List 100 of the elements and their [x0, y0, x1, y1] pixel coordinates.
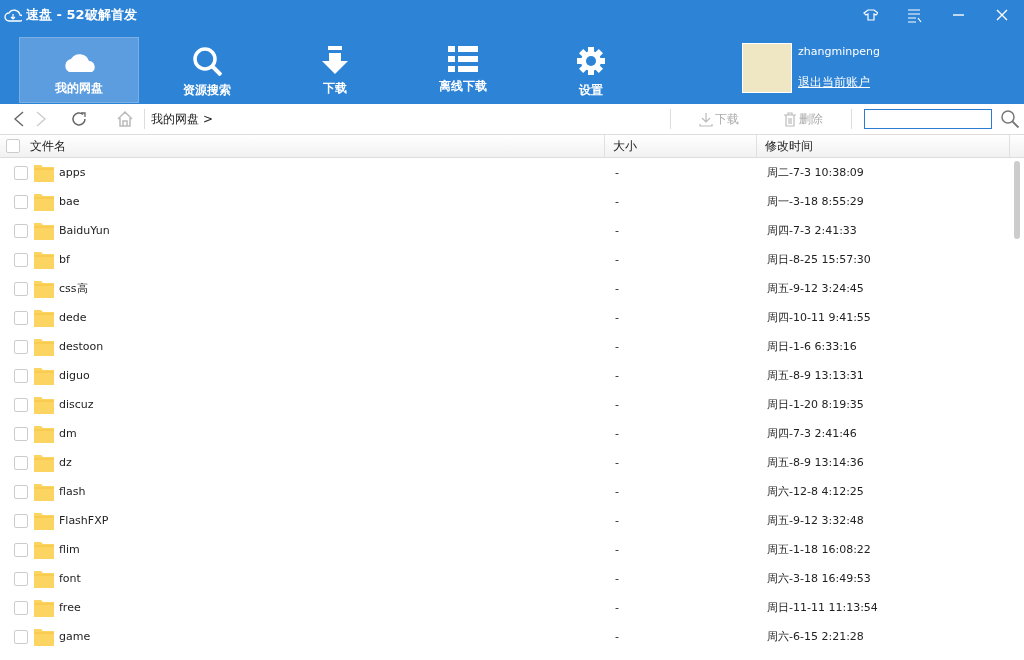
- menu-icon: [906, 7, 922, 23]
- file-size: -: [615, 456, 619, 469]
- row-checkbox[interactable]: [14, 252, 28, 267]
- username: zhangminpeng: [798, 45, 880, 58]
- file-size: -: [615, 572, 619, 585]
- modified-time: 周四-7-3 2:41:33: [767, 223, 857, 238]
- row-checkbox[interactable]: [14, 571, 28, 586]
- modified-time: 周四-7-3 2:41:46: [767, 426, 857, 441]
- row-checkbox[interactable]: [14, 484, 28, 499]
- row-checkbox[interactable]: [14, 629, 28, 644]
- breadcrumb-separator: >: [203, 112, 214, 126]
- avatar-image: [742, 43, 792, 93]
- folder-icon: [34, 279, 54, 298]
- folder-icon: [34, 221, 54, 240]
- file-name[interactable]: flim: [59, 543, 80, 556]
- logout-link[interactable]: 退出当前账户: [798, 74, 880, 91]
- file-size: -: [615, 340, 619, 353]
- modified-time: 周一-3-18 8:55:29: [767, 194, 864, 209]
- home-icon: [116, 110, 134, 128]
- modified-time: 周五-9-12 3:24:45: [767, 281, 864, 296]
- file-size: -: [615, 601, 619, 614]
- folder-icon: [34, 366, 54, 385]
- file-name[interactable]: FlashFXP: [59, 514, 109, 527]
- row-checkbox[interactable]: [14, 310, 28, 325]
- file-name[interactable]: apps: [59, 166, 86, 179]
- row-checkbox[interactable]: [14, 426, 28, 441]
- minimize-icon: [952, 14, 964, 16]
- file-size: -: [615, 398, 619, 411]
- skin-icon: [862, 7, 878, 23]
- file-name[interactable]: css高: [59, 281, 88, 296]
- file-size: -: [615, 369, 619, 382]
- nav-tab[interactable]: 设置: [531, 37, 651, 103]
- row-checkbox[interactable]: [14, 542, 28, 557]
- modified-time: 周四-10-11 9:41:55: [767, 310, 871, 325]
- file-name[interactable]: destoon: [59, 340, 104, 353]
- folder-icon: [34, 627, 54, 646]
- file-size: -: [615, 166, 619, 179]
- row-checkbox[interactable]: [14, 397, 28, 412]
- folder-icon: [34, 337, 54, 356]
- folder-icon: [34, 163, 54, 182]
- breadcrumb-item[interactable]: 我的网盘: [151, 110, 199, 128]
- close-icon: [994, 7, 1010, 23]
- trash-icon: [783, 111, 797, 127]
- file-size: -: [615, 485, 619, 498]
- folder-icon: [34, 192, 54, 211]
- nav-tab[interactable]: 离线下载: [403, 37, 523, 103]
- file-name[interactable]: diguo: [59, 369, 90, 382]
- folder-icon: [34, 424, 54, 443]
- row-checkbox[interactable]: [14, 165, 28, 180]
- file-size: -: [615, 514, 619, 527]
- file-name[interactable]: discuz: [59, 398, 94, 411]
- file-name[interactable]: dm: [59, 427, 77, 440]
- modified-time: 周日-11-11 11:13:54: [767, 600, 878, 615]
- file-size: -: [615, 282, 619, 295]
- file-name[interactable]: dz: [59, 456, 72, 469]
- modified-time: 周五-8-9 13:13:31: [767, 368, 864, 383]
- modified-time: 周日-1-6 6:33:16: [767, 339, 857, 354]
- row-checkbox[interactable]: [14, 281, 28, 296]
- modified-time: 周二-7-3 10:38:09: [767, 165, 864, 180]
- file-name[interactable]: game: [59, 630, 91, 643]
- modified-time: 周五-9-12 3:32:48: [767, 513, 864, 528]
- column-header[interactable]: 大小: [613, 137, 637, 155]
- row-checkbox[interactable]: [14, 194, 28, 209]
- column-header[interactable]: 修改时间: [765, 137, 813, 155]
- file-name[interactable]: free: [59, 601, 81, 614]
- select-all-checkbox[interactable]: [6, 139, 20, 153]
- row-checkbox[interactable]: [14, 513, 28, 528]
- file-size: -: [615, 311, 619, 324]
- row-checkbox[interactable]: [14, 339, 28, 354]
- scrollbar-thumb[interactable]: [1014, 161, 1020, 239]
- folder-icon: [34, 250, 54, 269]
- folder-icon: [34, 308, 54, 327]
- file-name[interactable]: bf: [59, 253, 70, 266]
- file-size: -: [615, 543, 619, 556]
- modified-time: 周日-1-20 8:19:35: [767, 397, 864, 412]
- file-name[interactable]: bae: [59, 195, 80, 208]
- row-checkbox[interactable]: [14, 455, 28, 470]
- nav-tab[interactable]: 资源搜索: [147, 37, 267, 103]
- modified-time: 周六-6-15 2:21:28: [767, 629, 864, 644]
- file-size: -: [615, 630, 619, 643]
- row-checkbox[interactable]: [14, 600, 28, 615]
- search-field[interactable]: [864, 109, 992, 129]
- file-name[interactable]: BaiduYun: [59, 224, 110, 237]
- file-name[interactable]: font: [59, 572, 81, 585]
- folder-icon: [34, 395, 54, 414]
- file-name[interactable]: flash: [59, 485, 86, 498]
- cloud-download-icon: [4, 8, 22, 22]
- file-name[interactable]: dede: [59, 311, 87, 324]
- file-size: -: [615, 253, 619, 266]
- download-icon: [699, 111, 713, 127]
- nav-tab[interactable]: 下载: [275, 37, 395, 103]
- settings-icon: [576, 46, 606, 76]
- row-checkbox[interactable]: [14, 368, 28, 383]
- search-icon: [192, 46, 222, 76]
- row-checkbox[interactable]: [14, 223, 28, 238]
- list-icon: [448, 46, 478, 72]
- refresh-icon: [70, 110, 88, 128]
- column-header[interactable]: 文件名: [30, 137, 66, 155]
- modified-time: 周六-3-18 16:49:53: [767, 571, 871, 586]
- file-size: -: [615, 427, 619, 440]
